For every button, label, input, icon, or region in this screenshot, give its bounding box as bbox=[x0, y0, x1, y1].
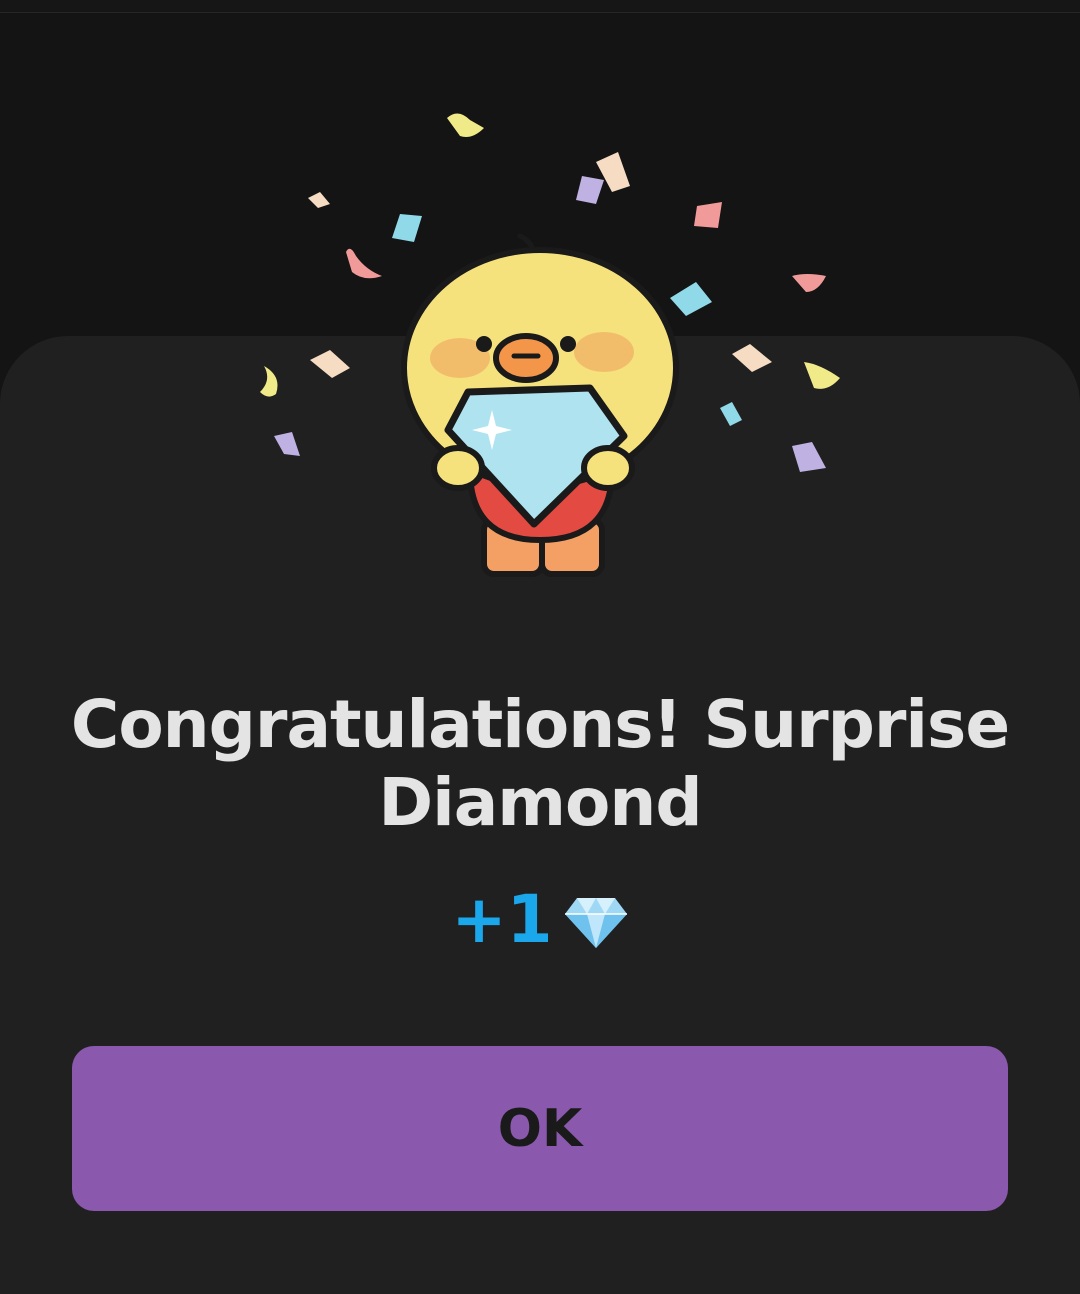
duck-diamond-illustration bbox=[260, 113, 840, 577]
ok-button[interactable]: OK bbox=[72, 1046, 1008, 1211]
reward-row: +1 bbox=[340, 880, 740, 960]
duck-mascot bbox=[401, 233, 679, 577]
reward-amount: +1 bbox=[451, 881, 553, 958]
status-bar-edge bbox=[0, 0, 1080, 13]
congratulations-title: Congratulations! Surprise Diamond bbox=[70, 686, 1010, 841]
diamond-icon bbox=[564, 898, 627, 948]
